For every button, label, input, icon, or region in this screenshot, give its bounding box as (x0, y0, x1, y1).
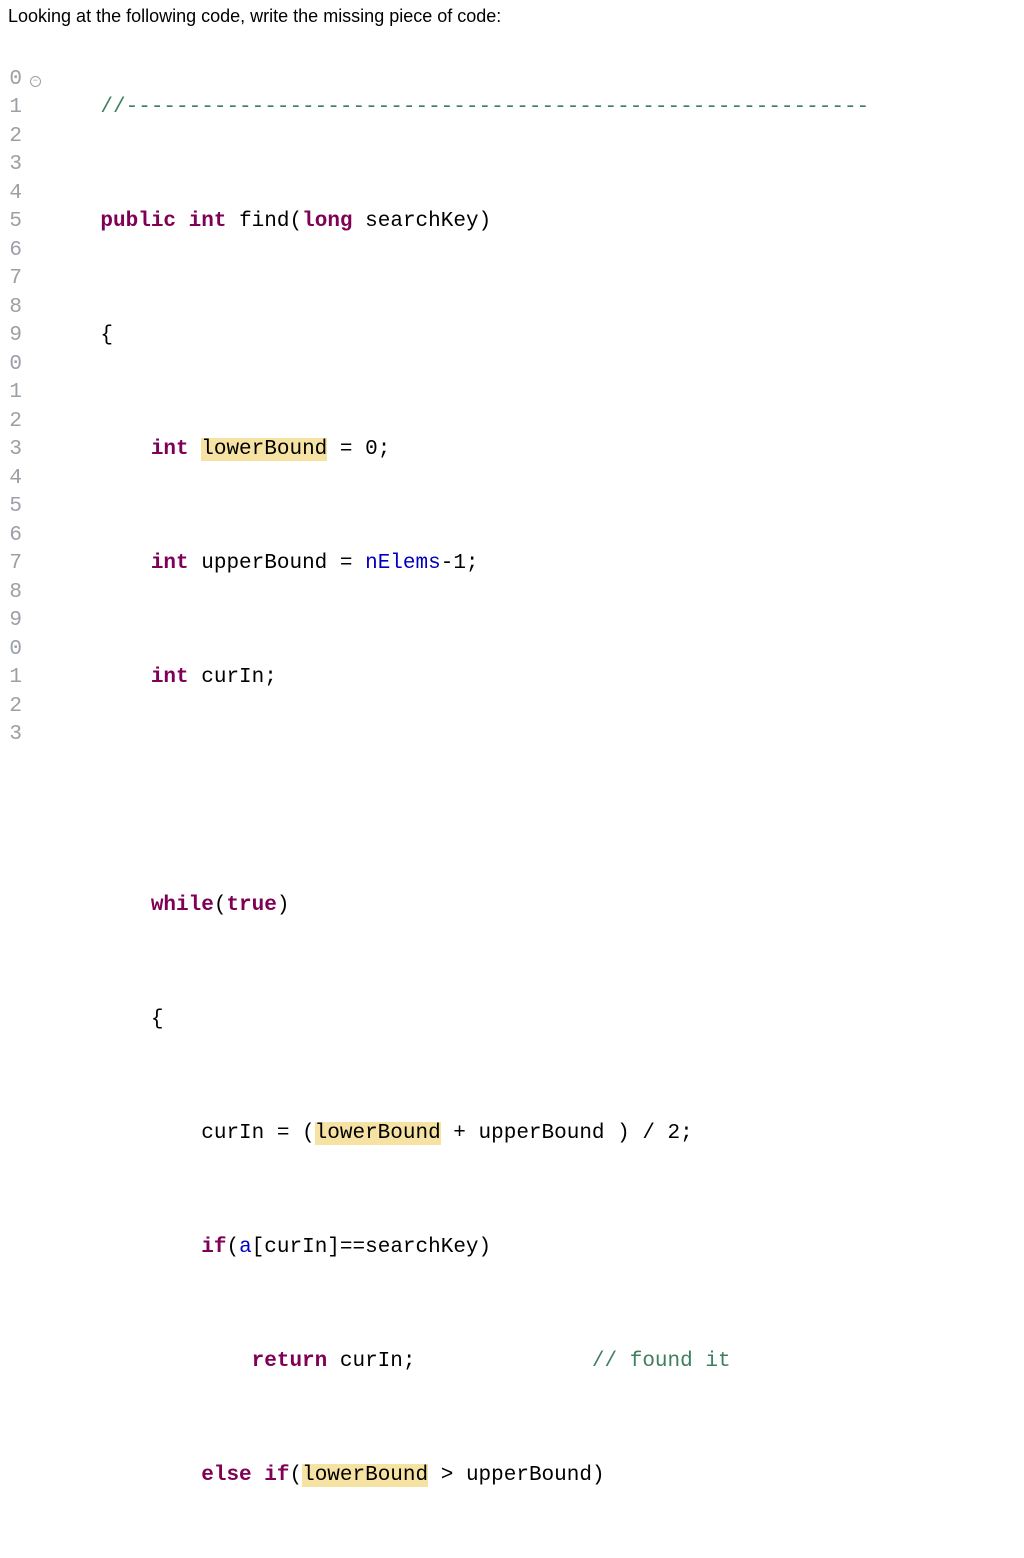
var-upperbound: upperBound (466, 1464, 592, 1487)
fold-collapse-icon[interactable]: − (30, 76, 41, 87)
comment: // found it (592, 1350, 731, 1373)
line-number: 3 (4, 436, 22, 465)
var-curin: curIn (340, 1350, 403, 1373)
line-number (4, 37, 22, 66)
line-number: 1 (4, 664, 22, 693)
line-number: 1 (4, 379, 22, 408)
keyword-return: return (252, 1350, 328, 1373)
keyword-true: true (226, 894, 276, 917)
line-number: 7 (4, 265, 22, 294)
code-content: //--------------------------------------… (50, 37, 1024, 1558)
var-curin: curIn (201, 1122, 264, 1145)
keyword-if: if (264, 1464, 289, 1487)
keyword-else: else (201, 1464, 251, 1487)
line-number: 1 (4, 94, 22, 123)
var-curin: curIn (264, 1236, 327, 1259)
keyword-public: public (100, 210, 176, 233)
line-number: 8 (4, 579, 22, 608)
var-lowerbound: lowerBound (315, 1122, 441, 1145)
line-number: 0 (4, 636, 22, 665)
line-number: 2 (4, 408, 22, 437)
fold-marker-gutter: − (30, 37, 50, 1558)
line-number: 4 (4, 465, 22, 494)
line-number: 5 (4, 493, 22, 522)
line-number: 9 (4, 607, 22, 636)
line-number: 2 (4, 123, 22, 152)
param-searchkey: searchKey (365, 210, 478, 233)
method-name: find (239, 210, 289, 233)
comment: //--------------------------------------… (100, 96, 869, 119)
keyword-int: int (151, 438, 189, 461)
line-number: 4 (4, 180, 22, 209)
field-nelems: nElems (365, 552, 441, 575)
question-text: Looking at the following code, write the… (0, 0, 1024, 37)
var-upperbound: upperBound (479, 1122, 605, 1145)
var-lowerbound: lowerBound (201, 438, 327, 461)
line-number: 9 (4, 322, 22, 351)
var-curin: curIn (201, 666, 264, 689)
keyword-if: if (201, 1236, 226, 1259)
line-number: 0 (4, 66, 22, 95)
line-number: 6 (4, 237, 22, 266)
field-a: a (239, 1236, 252, 1259)
line-number (4, 750, 22, 779)
keyword-while: while (151, 894, 214, 917)
line-number: 8 (4, 294, 22, 323)
line-number: 3 (4, 721, 22, 750)
code-editor: 0 1 2 3 4 5 6 7 8 9 0 1 2 3 4 5 6 7 8 9 … (0, 37, 1024, 1558)
line-number-gutter: 0 1 2 3 4 5 6 7 8 9 0 1 2 3 4 5 6 7 8 9 … (4, 37, 30, 1558)
line-number: 0 (4, 351, 22, 380)
var-upperbound: upperBound (201, 552, 327, 575)
line-number: 5 (4, 208, 22, 237)
keyword-long: long (302, 210, 352, 233)
keyword-int: int (189, 210, 227, 233)
line-number: 3 (4, 151, 22, 180)
var-lowerbound: lowerBound (302, 1464, 428, 1487)
line-number: 2 (4, 693, 22, 722)
line-number: 6 (4, 522, 22, 551)
line-number: 7 (4, 550, 22, 579)
keyword-int: int (151, 666, 189, 689)
keyword-int: int (151, 552, 189, 575)
param-searchkey: searchKey (365, 1236, 478, 1259)
